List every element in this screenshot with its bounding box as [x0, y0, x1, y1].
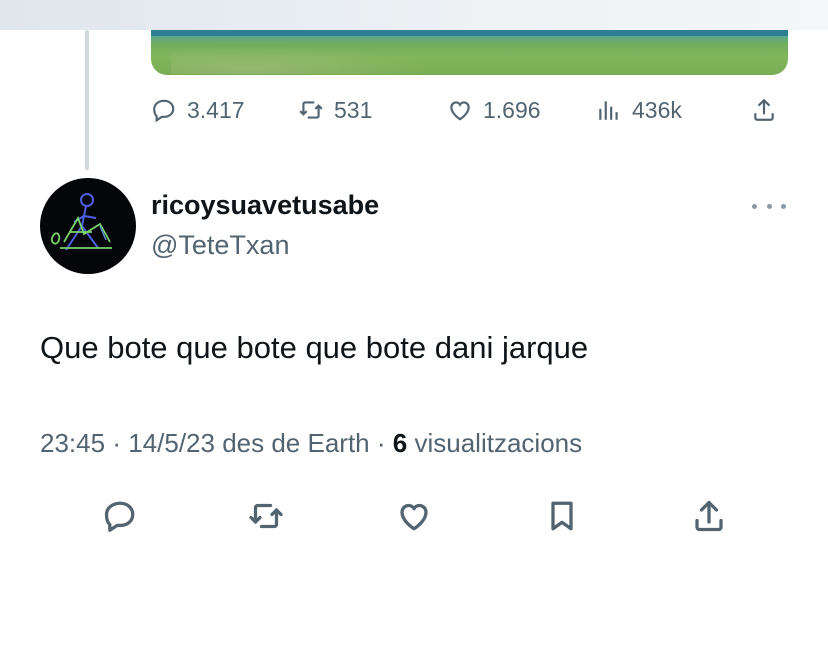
- share-icon: [695, 500, 723, 532]
- parent-views-button[interactable]: 436k: [596, 92, 682, 128]
- tweet-time[interactable]: 23:45: [40, 428, 105, 458]
- bookmark-icon: [551, 501, 573, 531]
- thread-line: [85, 30, 89, 170]
- reply-icon: [153, 99, 175, 123]
- retweet-icon: [249, 503, 283, 529]
- parent-tweet-actions: 3.417 531 1.696 436k: [151, 92, 791, 128]
- tweet-views-label[interactable]: visualitzacions: [414, 428, 582, 458]
- parent-reply-count: 3.417: [187, 96, 245, 123]
- share-icon: [754, 98, 774, 121]
- more-icon[interactable]: [752, 196, 786, 216]
- avatar[interactable]: [40, 178, 136, 274]
- reply-button[interactable]: [100, 496, 140, 536]
- meta-separator: ·: [376, 428, 386, 458]
- parent-retweet-button[interactable]: 531: [298, 92, 372, 128]
- tweet-text: Que bote que bote que bote dani jarque: [40, 330, 589, 365]
- views-icon: [599, 101, 618, 120]
- tweet-source: des de Earth: [222, 428, 370, 458]
- meta-separator: ·: [112, 428, 121, 458]
- tweet-action-bar: [0, 496, 828, 536]
- parent-like-count: 1.696: [483, 96, 541, 123]
- parent-views-count: 436k: [632, 96, 682, 123]
- avatar-drawing: [50, 193, 112, 251]
- share-button[interactable]: [689, 496, 729, 536]
- display-name[interactable]: ricoysuavetusabe: [151, 190, 379, 221]
- tweet-date[interactable]: 14/5/23: [128, 428, 215, 458]
- user-handle[interactable]: @TeteTxan: [151, 230, 289, 261]
- parent-like-button[interactable]: 1.696: [447, 92, 541, 128]
- tweet-views-count: 6: [392, 428, 408, 458]
- heart-icon: [450, 101, 470, 121]
- top-header-strip: [0, 0, 828, 30]
- parent-retweet-count: 531: [334, 96, 373, 123]
- parent-tweet-media[interactable]: [151, 30, 788, 75]
- like-button[interactable]: [394, 496, 434, 536]
- parent-share-button[interactable]: [751, 92, 777, 128]
- retweet-icon: [299, 101, 323, 119]
- tweet-metadata: 23:45 · 14/5/23 des de Earth · 6 visuali…: [40, 428, 582, 459]
- bookmark-button[interactable]: [542, 496, 582, 536]
- heart-icon: [400, 503, 428, 531]
- reply-icon: [104, 501, 135, 532]
- parent-reply-button[interactable]: 3.417: [151, 92, 245, 128]
- retweet-button[interactable]: [246, 496, 286, 536]
